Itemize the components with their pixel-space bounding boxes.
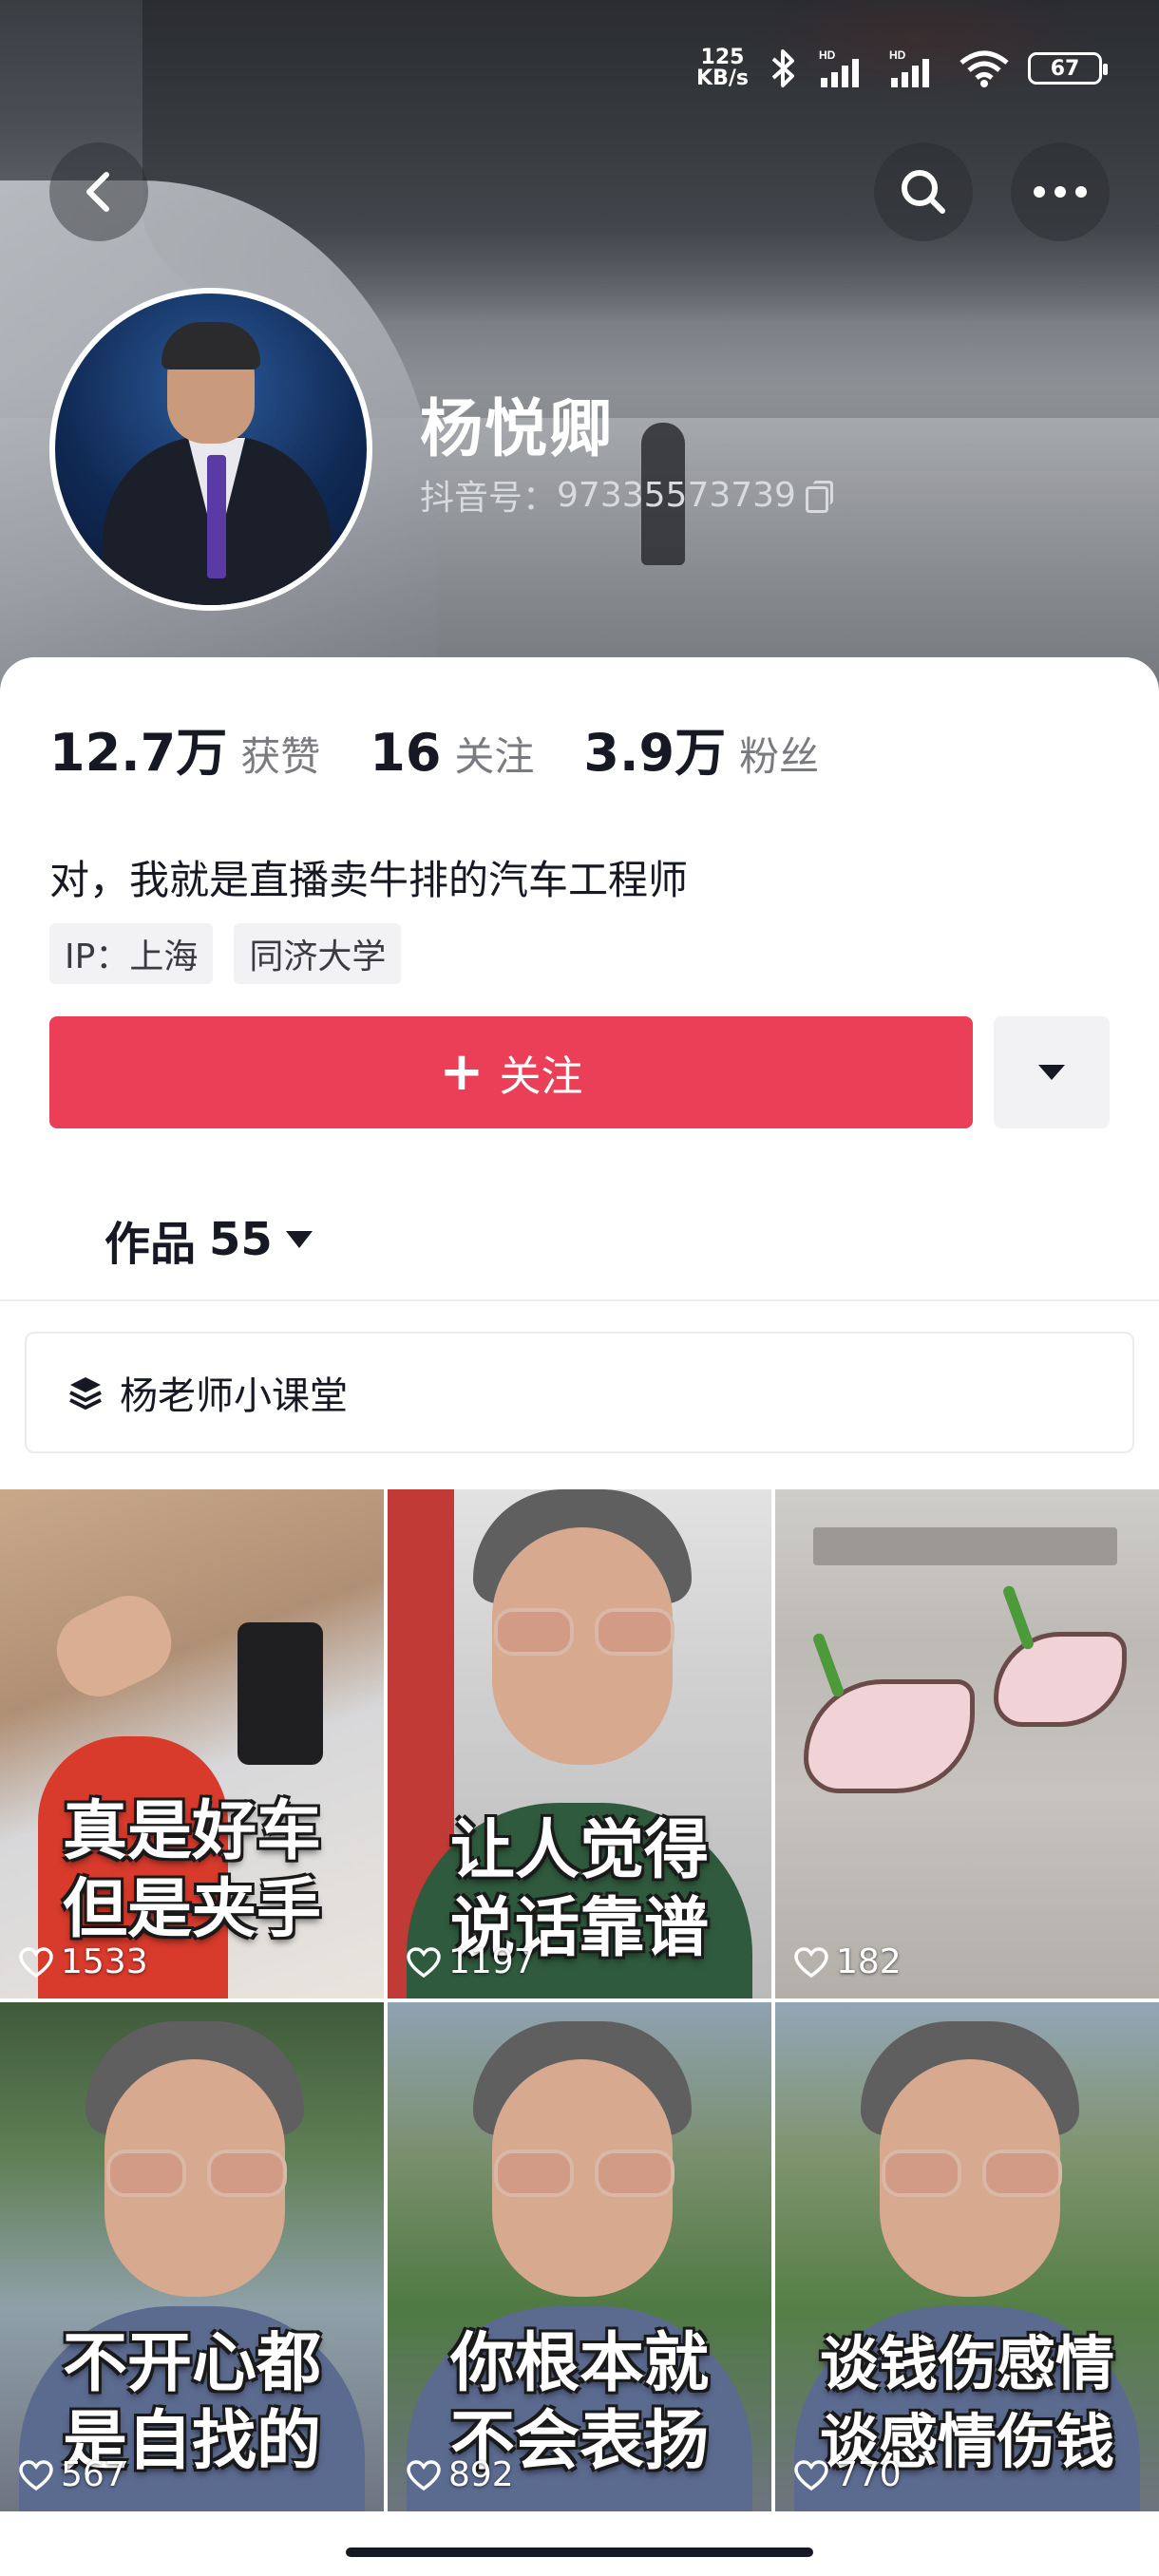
heart-icon — [794, 1946, 828, 1978]
caption-line: 真是好车 — [62, 1794, 321, 1869]
wifi-icon — [960, 50, 1009, 87]
caption-line: 谈钱伤感情 — [819, 2329, 1114, 2398]
like-count: 1533 — [19, 1942, 148, 1981]
thumb-glasses — [106, 2150, 287, 2197]
stat-likes-value: 12.7万 — [49, 723, 228, 783]
profile-name: 杨悦卿 — [420, 392, 614, 465]
video-tile[interactable]: 182 — [775, 1489, 1159, 1998]
search-icon — [902, 170, 945, 214]
profile-bio: 对，我就是直播卖牛排的汽车工程师 — [49, 857, 689, 903]
like-count: 770 — [794, 2455, 902, 2494]
thumb-shelf — [813, 1527, 1117, 1565]
stat-likes-label: 获赞 — [240, 733, 321, 780]
tab-works[interactable]: 作品 55 — [104, 1206, 313, 1273]
net-speed-value: 125 — [700, 46, 745, 69]
video-caption: 真是好车 但是夹手 — [0, 1793, 384, 1949]
caption-line: 让人觉得 — [449, 1813, 709, 1888]
like-count: 892 — [407, 2455, 514, 2494]
video-tile[interactable]: 不开心都 是自找的 567 — [0, 2002, 384, 2511]
like-count: 567 — [19, 2455, 126, 2494]
back-button[interactable] — [49, 142, 148, 241]
like-count-value: 567 — [61, 2455, 126, 2494]
follow-button-label: 关注 — [499, 1052, 583, 1101]
douyin-id-label: 抖音号： — [420, 479, 558, 518]
stats-row: 12.7万 获赞 16 关注 3.9万 粉丝 — [49, 710, 868, 786]
avatar-hair — [162, 322, 260, 369]
stat-followers[interactable]: 3.9万 粉丝 — [583, 710, 819, 786]
follow-button[interactable]: + 关注 — [49, 1016, 973, 1128]
avatar-tie — [207, 455, 226, 578]
video-grid: 真是好车 但是夹手 1533 让人觉得 说话靠谱 1197 182 不开心都 是… — [0, 1489, 1159, 2511]
like-count: 182 — [794, 1942, 902, 1981]
thumb-glasses — [882, 2150, 1062, 2197]
tab-works-count: 55 — [209, 1213, 273, 1266]
svg-text:HD: HD — [819, 48, 836, 62]
heart-icon — [794, 2459, 828, 2491]
caret-down-icon — [1038, 1065, 1065, 1080]
stat-followers-label: 粉丝 — [739, 733, 820, 780]
battery-icon: 67 — [1028, 52, 1108, 85]
stat-followers-value: 3.9万 — [583, 723, 727, 783]
stat-likes[interactable]: 12.7万 获赞 — [49, 710, 320, 786]
search-button[interactable] — [874, 142, 973, 241]
cell-signal-1-icon: HD — [819, 48, 859, 87]
plus-icon: + — [439, 1041, 484, 1103]
video-tile[interactable]: 谈钱伤感情 谈感情伤钱 770 — [775, 2002, 1159, 2511]
heart-icon — [407, 1946, 441, 1978]
net-speed: 125 KB/s — [696, 47, 749, 89]
net-speed-unit: KB/s — [696, 66, 749, 90]
like-count-value: 770 — [836, 2455, 902, 2494]
heart-icon — [19, 1946, 53, 1978]
heart-icon — [407, 2459, 441, 2491]
stat-following-value: 16 — [370, 723, 442, 783]
home-indicator[interactable] — [346, 2548, 813, 2557]
thumb-glasses — [494, 2150, 674, 2197]
heart-icon — [19, 2459, 53, 2491]
tab-works-label: 作品 — [104, 1218, 197, 1271]
tag-ip-location: IP：上海 — [49, 923, 214, 984]
profile-tags: IP：上海 同济大学 — [49, 923, 402, 984]
layers-icon — [69, 1377, 102, 1410]
like-count: 1197 — [407, 1942, 536, 1981]
video-tile[interactable]: 让人觉得 说话靠谱 1197 — [388, 1489, 771, 1998]
douyin-id-value: 97335573739 — [557, 475, 796, 515]
stat-following[interactable]: 16 关注 — [370, 723, 534, 783]
battery-level: 67 — [1050, 56, 1080, 81]
like-count-value: 182 — [836, 1942, 902, 1981]
playlist-card[interactable]: 杨老师小课堂 — [25, 1332, 1134, 1453]
thumb-camera — [238, 1622, 323, 1765]
cell-signal-2-icon: HD — [889, 48, 929, 87]
svg-text:HD: HD — [889, 48, 906, 62]
copy-icon[interactable] — [805, 481, 833, 513]
tab-divider — [0, 1299, 1159, 1301]
more-dots-icon — [1034, 186, 1087, 198]
video-tile[interactable]: 你根本就 不会表扬 892 — [388, 2002, 771, 2511]
bluetooth-icon — [771, 49, 794, 87]
like-count-value: 892 — [448, 2455, 514, 2494]
playlist-title: 杨老师小课堂 — [120, 1374, 348, 1418]
tag-school[interactable]: 同济大学 — [234, 923, 402, 984]
douyin-id[interactable]: 抖音号： 97335573739 — [420, 470, 833, 520]
caret-down-icon — [285, 1231, 313, 1248]
like-count-value: 1533 — [61, 1942, 148, 1981]
recommend-dropdown-button[interactable] — [994, 1016, 1110, 1128]
caption-line: 你根本就 — [449, 2326, 709, 2401]
caption-line: 不开心都 — [62, 2326, 321, 2401]
status-bar: 125 KB/s HD HD 67 — [696, 42, 1108, 95]
video-tile[interactable]: 真是好车 但是夹手 1533 — [0, 1489, 384, 1998]
chevron-left-icon — [86, 172, 109, 212]
like-count-value: 1197 — [448, 1942, 536, 1981]
avatar[interactable] — [49, 288, 372, 611]
thumb-glasses — [494, 1608, 674, 1656]
more-button[interactable] — [1011, 142, 1110, 241]
caption-line: 但是夹手 — [62, 1872, 321, 1947]
stat-following-label: 关注 — [454, 733, 535, 780]
